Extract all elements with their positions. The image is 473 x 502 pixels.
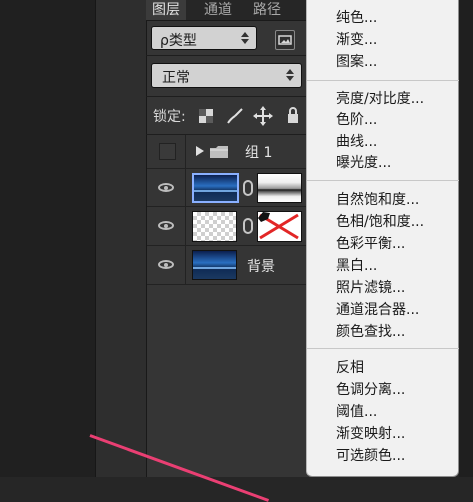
separator bbox=[146, 55, 326, 56]
menu-separator bbox=[307, 348, 459, 349]
workspace-strip bbox=[95, 0, 147, 477]
visibility-box[interactable] bbox=[159, 143, 176, 160]
padlock-icon[interactable] bbox=[287, 106, 299, 124]
kind-filter-select[interactable]: ρ类型 bbox=[151, 26, 257, 50]
link-chain-icon bbox=[243, 180, 253, 196]
layer-thumbnail bbox=[192, 250, 237, 280]
menu-item-posterize[interactable]: 色调分离... bbox=[336, 380, 405, 400]
mask-thumbnail bbox=[257, 211, 302, 242]
menu-item-solid-color[interactable]: 纯色... bbox=[336, 8, 377, 28]
chevron-updown-icon bbox=[241, 32, 249, 44]
menu-item-gradient-map[interactable]: 渐变映射... bbox=[336, 424, 405, 444]
layer-thumbnail bbox=[192, 173, 239, 203]
visibility-cell[interactable] bbox=[147, 135, 186, 168]
menu-item-invert[interactable]: 反相 bbox=[336, 358, 364, 378]
paint-brush-icon[interactable] bbox=[225, 106, 245, 126]
tab-paths[interactable]: 路径 bbox=[253, 0, 281, 20]
visibility-cell[interactable] bbox=[147, 207, 186, 245]
menu-item-threshold[interactable]: 阈值... bbox=[336, 402, 377, 422]
folder-icon bbox=[209, 144, 229, 158]
move-arrows-icon[interactable] bbox=[253, 106, 273, 126]
tab-layers[interactable]: 图层 bbox=[146, 0, 186, 20]
menu-item-selective-color[interactable]: 可选颜色... bbox=[336, 446, 405, 466]
eye-icon[interactable] bbox=[158, 221, 174, 230]
layer-thumbnail bbox=[192, 211, 237, 242]
blend-mode-select[interactable]: 正常 bbox=[151, 63, 302, 88]
layer-row[interactable]: 背景 bbox=[147, 246, 326, 285]
eye-icon[interactable] bbox=[158, 260, 174, 269]
menu-item-photo-filter[interactable]: 照片滤镜... bbox=[336, 278, 405, 298]
menu-item-channel-mixer[interactable]: 通道混合器... bbox=[336, 300, 419, 320]
separator bbox=[146, 96, 326, 97]
eye-icon[interactable] bbox=[158, 183, 174, 192]
workspace-right bbox=[459, 0, 473, 477]
adjustment-menu: 纯色... 渐变... 图案... 亮度/对比度... 色阶... 曲线... … bbox=[306, 0, 459, 477]
tab-channels[interactable]: 通道 bbox=[204, 0, 232, 20]
menu-item-color-balance[interactable]: 色彩平衡... bbox=[336, 234, 405, 254]
link-chain-icon bbox=[243, 218, 253, 234]
visibility-cell[interactable] bbox=[147, 169, 186, 206]
workspace-left bbox=[0, 0, 95, 477]
kind-filter-label: ρ类型 bbox=[160, 33, 197, 49]
blend-mode-label: 正常 bbox=[162, 70, 190, 86]
menu-item-gradient[interactable]: 渐变... bbox=[336, 30, 377, 50]
mask-thumbnail bbox=[257, 173, 302, 203]
layer-row[interactable] bbox=[147, 207, 326, 246]
menu-item-levels[interactable]: 色阶... bbox=[336, 110, 377, 130]
menu-separator bbox=[307, 80, 459, 81]
menu-item-brightness-contrast[interactable]: 亮度/对比度... bbox=[336, 89, 424, 109]
layer-name-background: 背景 bbox=[247, 259, 275, 275]
menu-item-pattern[interactable]: 图案... bbox=[336, 52, 377, 72]
menu-item-exposure[interactable]: 曝光度... bbox=[336, 153, 391, 173]
menu-item-black-white[interactable]: 黑白... bbox=[336, 256, 377, 276]
menu-item-curves[interactable]: 曲线... bbox=[336, 132, 377, 152]
group-name: 组 1 bbox=[245, 145, 273, 161]
visibility-cell[interactable] bbox=[147, 246, 186, 284]
image-filter-icon[interactable] bbox=[275, 30, 295, 50]
lock-label: 锁定: bbox=[153, 109, 186, 125]
menu-item-hue-saturation[interactable]: 色相/饱和度... bbox=[336, 212, 424, 232]
menu-separator bbox=[307, 180, 459, 181]
menu-item-vibrance[interactable]: 自然饱和度... bbox=[336, 190, 419, 210]
panel-tabs: 图层 通道 路径 bbox=[146, 0, 326, 21]
expand-triangle-icon[interactable] bbox=[196, 146, 204, 156]
lock-transparent-pixels-icon[interactable] bbox=[198, 108, 214, 124]
chevron-updown-icon bbox=[286, 69, 294, 81]
layer-row[interactable] bbox=[147, 169, 326, 207]
layer-row-group[interactable]: 组 1 bbox=[147, 135, 326, 169]
menu-item-color-lookup[interactable]: 颜色查找... bbox=[336, 322, 405, 342]
